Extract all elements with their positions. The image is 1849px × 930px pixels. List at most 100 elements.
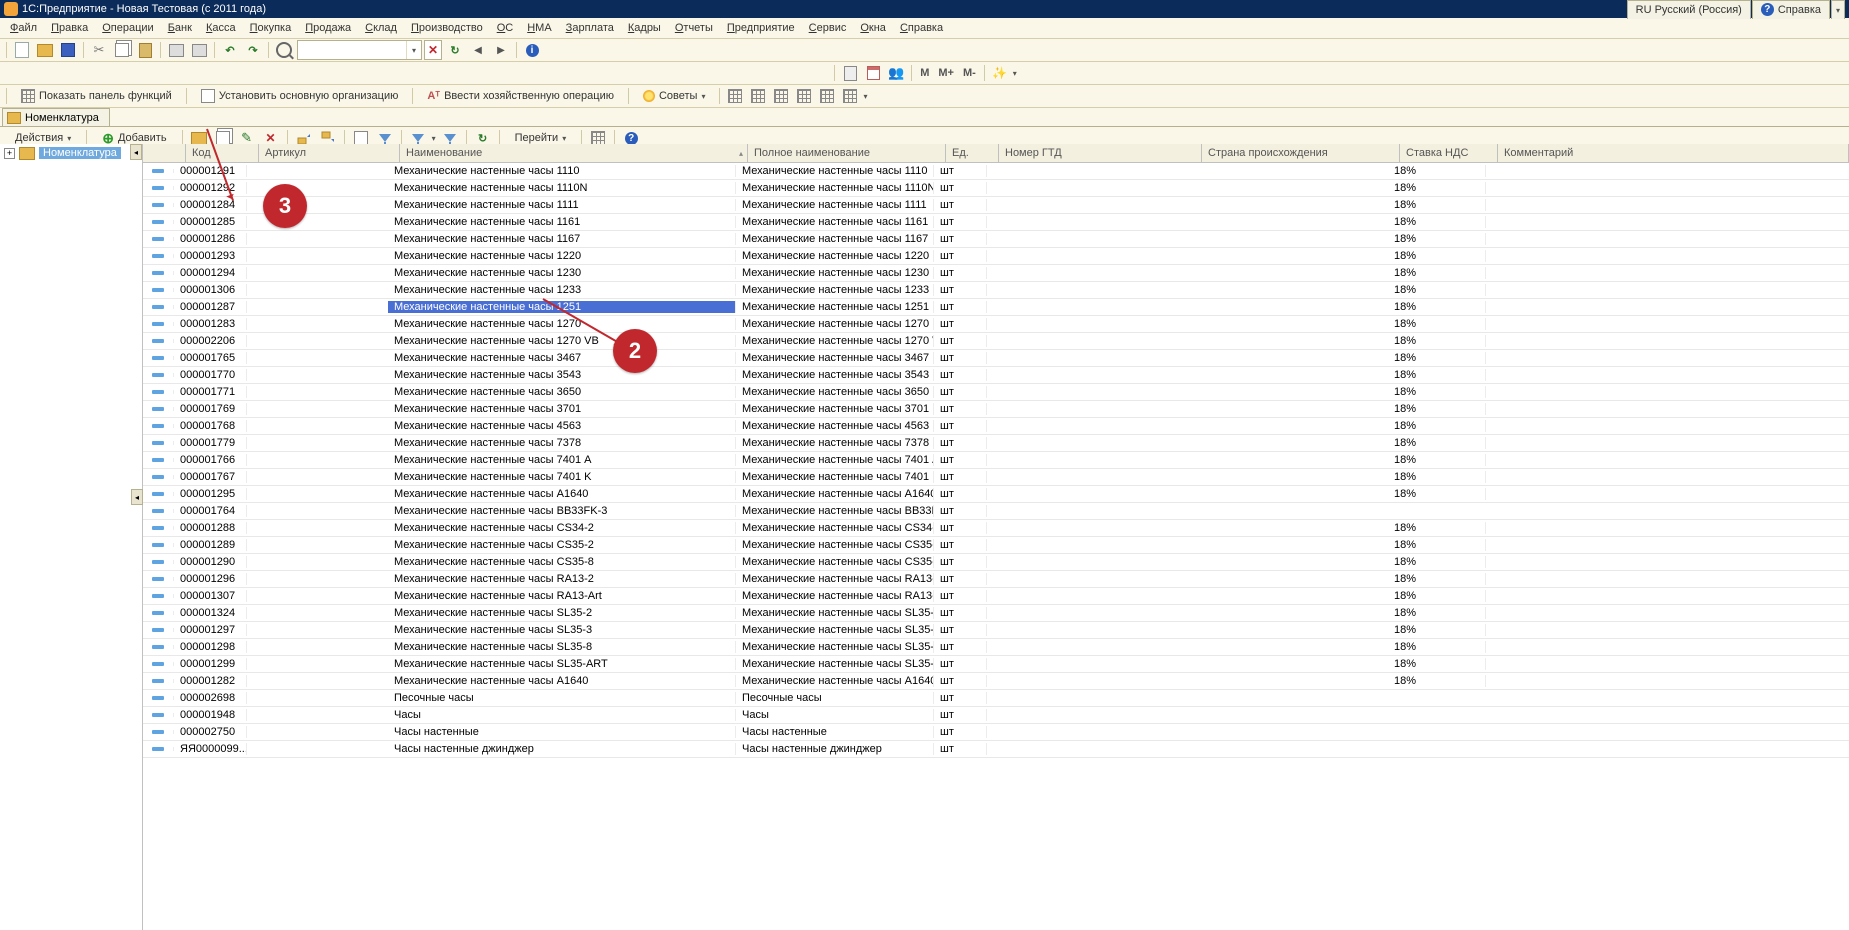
table-row[interactable]: 000001291Механические настенные часы 111… xyxy=(143,163,1849,180)
table-row[interactable]: 000001768Механические настенные часы 456… xyxy=(143,418,1849,435)
table-row[interactable]: 000001298Механические настенные часы SL3… xyxy=(143,639,1849,656)
table-row[interactable]: 000001286Механические настенные часы 116… xyxy=(143,231,1849,248)
table-row[interactable]: 000001307Механические настенные часы RA1… xyxy=(143,588,1849,605)
copy-button[interactable] xyxy=(112,40,132,60)
refresh-button[interactable]: ↻ xyxy=(445,40,465,60)
undo-button[interactable]: ↶ xyxy=(220,40,240,60)
menu-item-1[interactable]: Правка xyxy=(45,22,94,34)
menu-item-5[interactable]: Покупка xyxy=(244,22,298,34)
table-row[interactable]: 000001324Механические настенные часы SL3… xyxy=(143,605,1849,622)
table-row[interactable]: 000001767Механические настенные часы 740… xyxy=(143,469,1849,486)
table-row[interactable]: 000001289Механические настенные часы CS3… xyxy=(143,537,1849,554)
tree-root-item[interactable]: + Номенклатура xyxy=(0,144,142,162)
table-row[interactable]: 000001288Механические настенные часы CS3… xyxy=(143,520,1849,537)
table-row[interactable]: 000001306Механические настенные часы 123… xyxy=(143,282,1849,299)
clear-search-button[interactable]: ✕ xyxy=(424,40,442,60)
table-row[interactable]: 000001771Механические настенные часы 365… xyxy=(143,384,1849,401)
calculator-button[interactable] xyxy=(840,63,860,83)
help-tab[interactable]: ? Справка xyxy=(1752,0,1830,19)
menu-item-17[interactable]: Справка xyxy=(894,22,949,34)
calendar-button[interactable] xyxy=(863,63,883,83)
table-row[interactable]: 000001765Механические настенные часы 346… xyxy=(143,350,1849,367)
header-icon-col[interactable] xyxy=(143,144,186,162)
menu-item-6[interactable]: Продажа xyxy=(299,22,357,34)
menu-item-11[interactable]: Зарплата xyxy=(560,22,620,34)
search-input[interactable] xyxy=(297,40,422,60)
header-gtd[interactable]: Номер ГТД xyxy=(999,144,1202,162)
show-functions-panel-button[interactable]: Показать панель функций xyxy=(12,86,181,106)
table-row[interactable]: ЯЯ0000099...Часы настенные джинджерЧасы … xyxy=(143,741,1849,758)
search-dropdown[interactable] xyxy=(406,41,421,59)
report-button-6[interactable] xyxy=(840,86,860,106)
redo-button[interactable]: ↷ xyxy=(243,40,263,60)
expand-icon[interactable]: + xyxy=(4,148,15,159)
wand-button[interactable]: ✨ xyxy=(990,63,1010,83)
search-field[interactable] xyxy=(298,42,406,58)
table-row[interactable]: 000001284Механические настенные часы 111… xyxy=(143,197,1849,214)
print-preview-button[interactable] xyxy=(189,40,209,60)
header-country[interactable]: Страна происхождения xyxy=(1202,144,1400,162)
table-row[interactable]: 000001293Механические настенные часы 122… xyxy=(143,248,1849,265)
help-button[interactable]: i xyxy=(522,40,542,60)
menu-item-0[interactable]: Файл xyxy=(4,22,43,34)
menu-item-7[interactable]: Склад xyxy=(359,22,403,34)
tab-dropdown[interactable] xyxy=(1831,0,1845,19)
table-row[interactable]: 000001779Механические настенные часы 737… xyxy=(143,435,1849,452)
print-button[interactable] xyxy=(166,40,186,60)
new-document-button[interactable] xyxy=(12,40,32,60)
menu-item-14[interactable]: Предприятие xyxy=(721,22,801,34)
advice-button[interactable]: Советы xyxy=(634,86,715,106)
cut-button[interactable]: ✂ xyxy=(89,40,109,60)
table-row[interactable]: 000001287Механические настенные часы 125… xyxy=(143,299,1849,316)
header-unit[interactable]: Ед. xyxy=(946,144,999,162)
menu-item-3[interactable]: Банк xyxy=(162,22,198,34)
menu-item-13[interactable]: Отчеты xyxy=(669,22,719,34)
nav-fwd-button[interactable]: ▶ xyxy=(491,40,511,60)
table-row[interactable]: 000001292Механические настенные часы 111… xyxy=(143,180,1849,197)
set-main-org-button[interactable]: Установить основную организацию xyxy=(192,86,408,106)
tree-collapse-button[interactable]: ◂ xyxy=(130,144,142,160)
report-button-2[interactable] xyxy=(748,86,768,106)
menu-item-16[interactable]: Окна xyxy=(854,22,892,34)
tree-midcollapse-button[interactable]: ◂ xyxy=(131,489,143,505)
menu-item-12[interactable]: Кадры xyxy=(622,22,667,34)
header-article[interactable]: Артикул xyxy=(259,144,400,162)
table-row[interactable]: 000001294Механические настенные часы 123… xyxy=(143,265,1849,282)
header-fullname[interactable]: Полное наименование xyxy=(748,144,946,162)
nav-back-button[interactable]: ◀ xyxy=(468,40,488,60)
menu-item-8[interactable]: Производство xyxy=(405,22,489,34)
table-row[interactable]: 000001297Механические настенные часы SL3… xyxy=(143,622,1849,639)
menu-item-4[interactable]: Касса xyxy=(200,22,242,34)
report-button-4[interactable] xyxy=(794,86,814,106)
report-button-3[interactable] xyxy=(771,86,791,106)
table-row[interactable]: 000002206Механические настенные часы 127… xyxy=(143,333,1849,350)
header-code[interactable]: Код xyxy=(186,144,259,162)
tab-nomenclature[interactable]: Номенклатура xyxy=(2,108,110,126)
memory-mplus-button[interactable]: M+ xyxy=(935,63,957,83)
language-tab[interactable]: RU Русский (Россия) xyxy=(1627,0,1751,19)
save-button[interactable] xyxy=(58,40,78,60)
grid-body[interactable]: 000001291Механические настенные часы 111… xyxy=(143,163,1849,930)
table-row[interactable]: 000001948ЧасыЧасышт xyxy=(143,707,1849,724)
header-name[interactable]: Наименование▴ xyxy=(400,144,748,162)
table-row[interactable]: 000001285Механические настенные часы 116… xyxy=(143,214,1849,231)
table-row[interactable]: 000001299Механические настенные часы SL3… xyxy=(143,656,1849,673)
memory-mminus-button[interactable]: M- xyxy=(960,63,979,83)
menu-item-15[interactable]: Сервис xyxy=(803,22,853,34)
table-row[interactable]: 000002750Часы настенныеЧасы настенныешт xyxy=(143,724,1849,741)
table-row[interactable]: 000001295Механические настенные часы A16… xyxy=(143,486,1849,503)
table-row[interactable]: 000001764Механические настенные часы BB3… xyxy=(143,503,1849,520)
header-comment[interactable]: Комментарий xyxy=(1498,144,1849,162)
table-row[interactable]: 000001296Механические настенные часы RA1… xyxy=(143,571,1849,588)
table-row[interactable]: 000001290Механические настенные часы CS3… xyxy=(143,554,1849,571)
table-row[interactable]: 000001283Механические настенные часы 127… xyxy=(143,316,1849,333)
header-vat[interactable]: Ставка НДС xyxy=(1400,144,1498,162)
table-row[interactable]: 000002698Песочные часыПесочные часышт xyxy=(143,690,1849,707)
paste-button[interactable] xyxy=(135,40,155,60)
table-row[interactable]: 000001282Механические настенные часы А16… xyxy=(143,673,1849,690)
memory-m-button[interactable]: M xyxy=(917,63,932,83)
enter-operation-button[interactable]: Aᵀ Ввести хозяйственную операцию xyxy=(418,86,623,106)
menu-item-2[interactable]: Операции xyxy=(96,22,159,34)
report-button-5[interactable] xyxy=(817,86,837,106)
table-row[interactable]: 000001770Механические настенные часы 354… xyxy=(143,367,1849,384)
